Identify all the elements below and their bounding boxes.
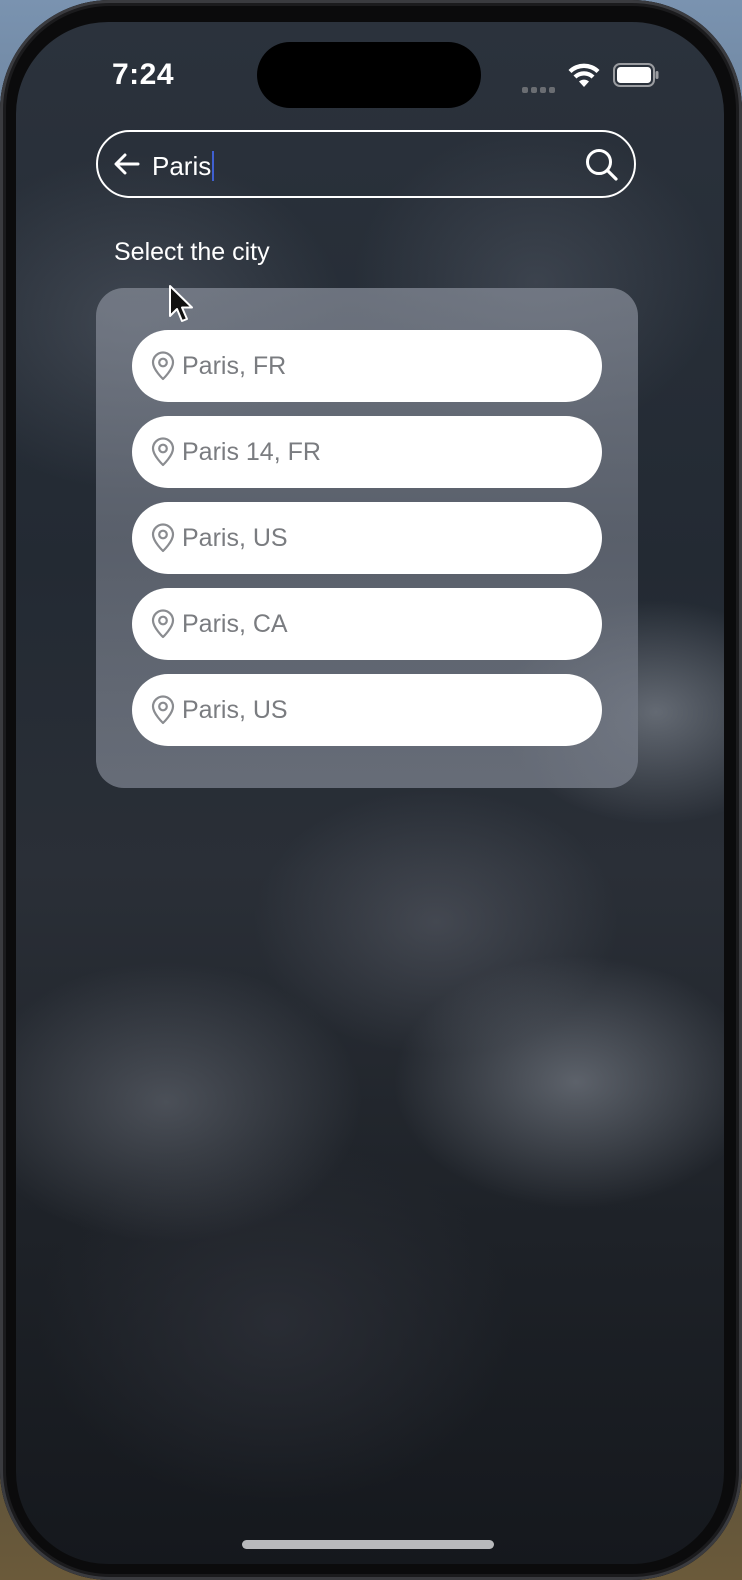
- city-result-item[interactable]: Paris 14, FR: [132, 416, 602, 488]
- status-bar: 7:24: [16, 22, 724, 132]
- city-result-label: Paris, FR: [182, 352, 287, 380]
- location-pin-icon: [151, 523, 175, 553]
- search-bar[interactable]: Paris: [96, 130, 636, 198]
- battery-icon: [613, 63, 659, 87]
- location-pin-icon: [151, 351, 175, 381]
- screen: 7:24 Paris Select the city Paris, FR Par…: [16, 22, 724, 1564]
- cellular-signal-icon: [522, 80, 558, 93]
- wifi-icon: [568, 63, 600, 87]
- location-pin-icon: [151, 437, 175, 467]
- dynamic-island: [257, 42, 481, 108]
- arrow-left-icon[interactable]: [110, 147, 144, 181]
- home-indicator[interactable]: [242, 1540, 494, 1549]
- text-caret: [212, 151, 215, 181]
- status-time: 7:24: [112, 58, 175, 91]
- city-result-item[interactable]: Paris, US: [132, 502, 602, 574]
- city-result-label: Paris, US: [182, 524, 288, 552]
- city-result-item[interactable]: Paris, FR: [132, 330, 602, 402]
- location-pin-icon: [151, 609, 175, 639]
- phone-frame: 7:24 Paris Select the city Paris, FR Par…: [0, 0, 742, 1580]
- select-city-heading: Select the city: [114, 238, 270, 266]
- city-result-label: Paris, CA: [182, 610, 288, 638]
- location-pin-icon: [151, 695, 175, 725]
- magnifier-icon[interactable]: [583, 146, 621, 184]
- city-result-label: Paris, US: [182, 696, 288, 724]
- city-result-label: Paris 14, FR: [182, 438, 321, 466]
- mouse-pointer-icon: [169, 285, 193, 322]
- city-results-panel: Paris, FR Paris 14, FR Paris, US Paris, …: [96, 288, 638, 788]
- city-result-item[interactable]: Paris, US: [132, 674, 602, 746]
- city-result-item[interactable]: Paris, CA: [132, 588, 602, 660]
- search-query-text: Paris: [152, 151, 212, 181]
- search-input[interactable]: Paris: [152, 151, 215, 181]
